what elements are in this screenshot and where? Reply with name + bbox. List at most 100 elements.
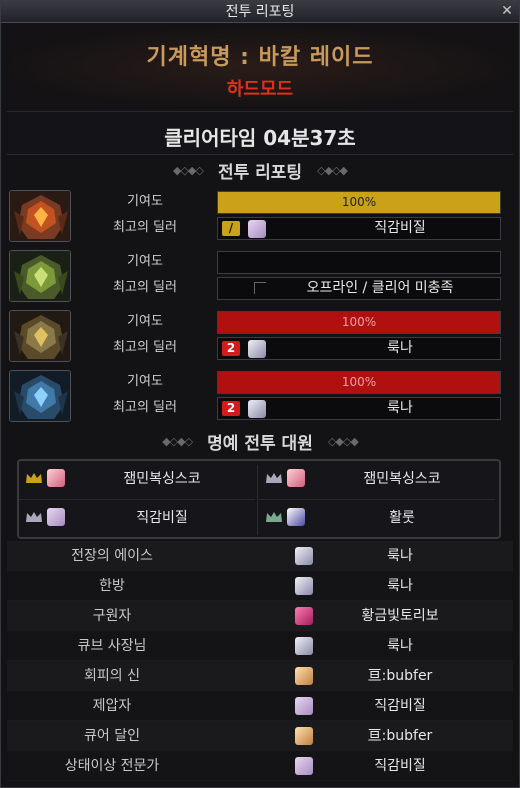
crown-silver-icon (266, 473, 282, 483)
honor-member[interactable]: 활룻 (259, 499, 495, 535)
top-dealer-label: 최고의 딜러 (113, 280, 177, 295)
award-title: 상태이상 전문가 (64, 758, 160, 774)
award-title: 전장의 에이스 (71, 548, 153, 564)
raid-name: 기계혁명 : 바칼 레이드 (146, 45, 374, 70)
award-title: 구원자 (92, 608, 132, 624)
battle-report-window: 전투 리포팅 ✕ 기계혁명 : 바칼 레이드 하드모드 클리어타임 04분37초… (0, 0, 520, 788)
honor-section-header: ◆◇◆◇ 명예 전투 대원 ◇◆◇◆ (7, 429, 513, 455)
honor-member-name: 활룻 (389, 510, 415, 526)
character-avatar-icon[interactable] (295, 727, 313, 745)
contribution-label: 기여도 (127, 254, 163, 269)
ornament-left-icon: ◆◇◆◇ (162, 435, 193, 448)
character-avatar-icon[interactable] (295, 667, 313, 685)
award-title: 제압자 (92, 698, 132, 714)
honor-member[interactable]: 직감비질 (19, 499, 255, 535)
contribution-bar: 100% (217, 311, 501, 334)
honor-member-name: 잼민복싱스코 (123, 471, 201, 487)
rank-badge-icon: 2 (222, 401, 240, 416)
contribution-label: 기여도 (127, 374, 163, 389)
award-recipient: 룩나 (387, 548, 413, 564)
close-icon[interactable]: ✕ (499, 3, 515, 19)
honor-divider (257, 465, 258, 535)
award-recipient: 룩나 (387, 578, 413, 594)
award-title: 회피의 신 (84, 668, 140, 684)
character-avatar-icon[interactable] (295, 697, 313, 715)
award-recipient: 직감비질 (374, 698, 426, 714)
top-dealer-name: 룩나 (387, 340, 413, 356)
character-avatar-icon (47, 469, 65, 487)
top-dealer-field: 오프라인 / 클리어 미충족 (217, 277, 501, 300)
contribution-label: 기여도 (127, 314, 163, 329)
character-avatar-icon[interactable] (295, 577, 313, 595)
ornament-right-icon: ◇◆◇◆ (317, 164, 348, 177)
top-dealer-field: / 직감비질 (217, 217, 501, 240)
clear-time-row: 클리어타임 04분37초 (7, 111, 513, 155)
top-dealer-field: 2 룩나 (217, 337, 501, 360)
award-recipient: 직감비질 (374, 758, 426, 774)
honor-members-panel: 잼민복싱스코 잼민복싱스코 직감비질 활룻 (17, 459, 501, 539)
report-section-title: 전투 리포팅 (217, 163, 303, 183)
award-row: 한방 룩나 (7, 571, 513, 601)
award-row: 전장의 에이스 룩나 (7, 541, 513, 571)
character-avatar-icon[interactable] (295, 547, 313, 565)
top-dealer-label: 최고의 딜러 (113, 220, 177, 235)
honor-member-name: 직감비질 (136, 510, 188, 526)
ornament-right-icon: ◇◆◇◆ (327, 435, 359, 448)
character-avatar-icon[interactable] (295, 607, 313, 625)
character-avatar-icon[interactable] (248, 220, 266, 238)
award-recipient: 황금빛토리보 (361, 608, 439, 624)
boss-portrait-blue-icon (9, 370, 71, 422)
ornament-left-icon: ◆◇◆◇ (173, 164, 204, 177)
clear-time: 클리어타임 04분37초 (164, 126, 356, 150)
contribution-bar (217, 251, 501, 274)
award-row: 회피의 신 亘:bubfer (7, 661, 513, 691)
character-avatar-icon[interactable] (295, 637, 313, 655)
character-avatar-icon (287, 469, 305, 487)
contribution-value: 100% (341, 195, 377, 209)
character-avatar-icon (287, 508, 305, 526)
window-title: 전투 리포팅 (225, 4, 295, 20)
raid-banner: 기계혁명 : 바칼 레이드 하드모드 (7, 27, 513, 107)
report-section-header: ◆◇◆◇ 전투 리포팅 ◇◆◇◆ (7, 158, 513, 184)
top-dealer-label: 최고의 딜러 (113, 400, 177, 415)
award-title: 큐브 사장님 (77, 638, 147, 654)
honor-member[interactable]: 잼민복싱스코 (259, 461, 495, 497)
character-avatar-icon[interactable] (295, 757, 313, 775)
boss-portrait-gold-icon (9, 310, 71, 362)
top-dealer-name: 룩나 (387, 400, 413, 416)
award-row: 구원자 황금빛토리보 (7, 601, 513, 631)
contribution-value: 100% (341, 375, 377, 389)
contribution-bar: 100% (217, 371, 501, 394)
rank-badge-icon: 2 (222, 341, 240, 356)
top-dealer-name: 오프라인 / 클리어 미충족 (306, 280, 454, 296)
award-row: 상태이상 전문가 직감비질 (7, 751, 513, 781)
contribution-bar: 100% (217, 191, 501, 214)
honor-section-title: 명예 전투 대원 (207, 434, 313, 454)
boss-row-4: 기여도 100% 최고의 딜러 2 룩나 (7, 370, 513, 422)
award-row: 큐어 달인 亘:bubfer (7, 721, 513, 751)
character-avatar-icon (47, 508, 65, 526)
award-recipient: 亘:bubfer (367, 668, 433, 684)
character-avatar-icon[interactable] (248, 400, 266, 418)
award-row: 제압자 직감비질 (7, 691, 513, 721)
boss-row-1: 기여도 100% 최고의 딜러 / 직감비질 (7, 190, 513, 242)
top-dealer-field: 2 룩나 (217, 397, 501, 420)
crown-gold-icon (26, 473, 42, 483)
award-title: 큐어 달인 (84, 728, 140, 744)
contribution-value: 100% (341, 315, 377, 329)
honor-member[interactable]: 잼민복싱스코 (19, 461, 255, 497)
difficulty-mode: 하드모드 (226, 79, 294, 100)
crown-silver-icon (26, 512, 42, 522)
award-title: 한방 (99, 578, 125, 594)
award-row: 큐브 사장님 룩나 (7, 631, 513, 661)
contribution-label: 기여도 (127, 194, 163, 209)
honor-member-name: 잼민복싱스코 (363, 471, 441, 487)
rank-badge-icon: / (222, 221, 240, 236)
character-avatar-icon[interactable] (248, 340, 266, 358)
title-bar: 전투 리포팅 ✕ (1, 1, 519, 23)
boss-portrait-red-icon (9, 190, 71, 242)
award-list: 전장의 에이스 룩나 한방 룩나 구원자 황금빛토리보 큐브 사장님 룩나 회피… (7, 541, 513, 781)
award-recipient: 룩나 (387, 638, 413, 654)
boss-row-2: 기여도 최고의 딜러 오프라인 / 클리어 미충족 (7, 250, 513, 302)
crown-green-icon (266, 512, 282, 522)
